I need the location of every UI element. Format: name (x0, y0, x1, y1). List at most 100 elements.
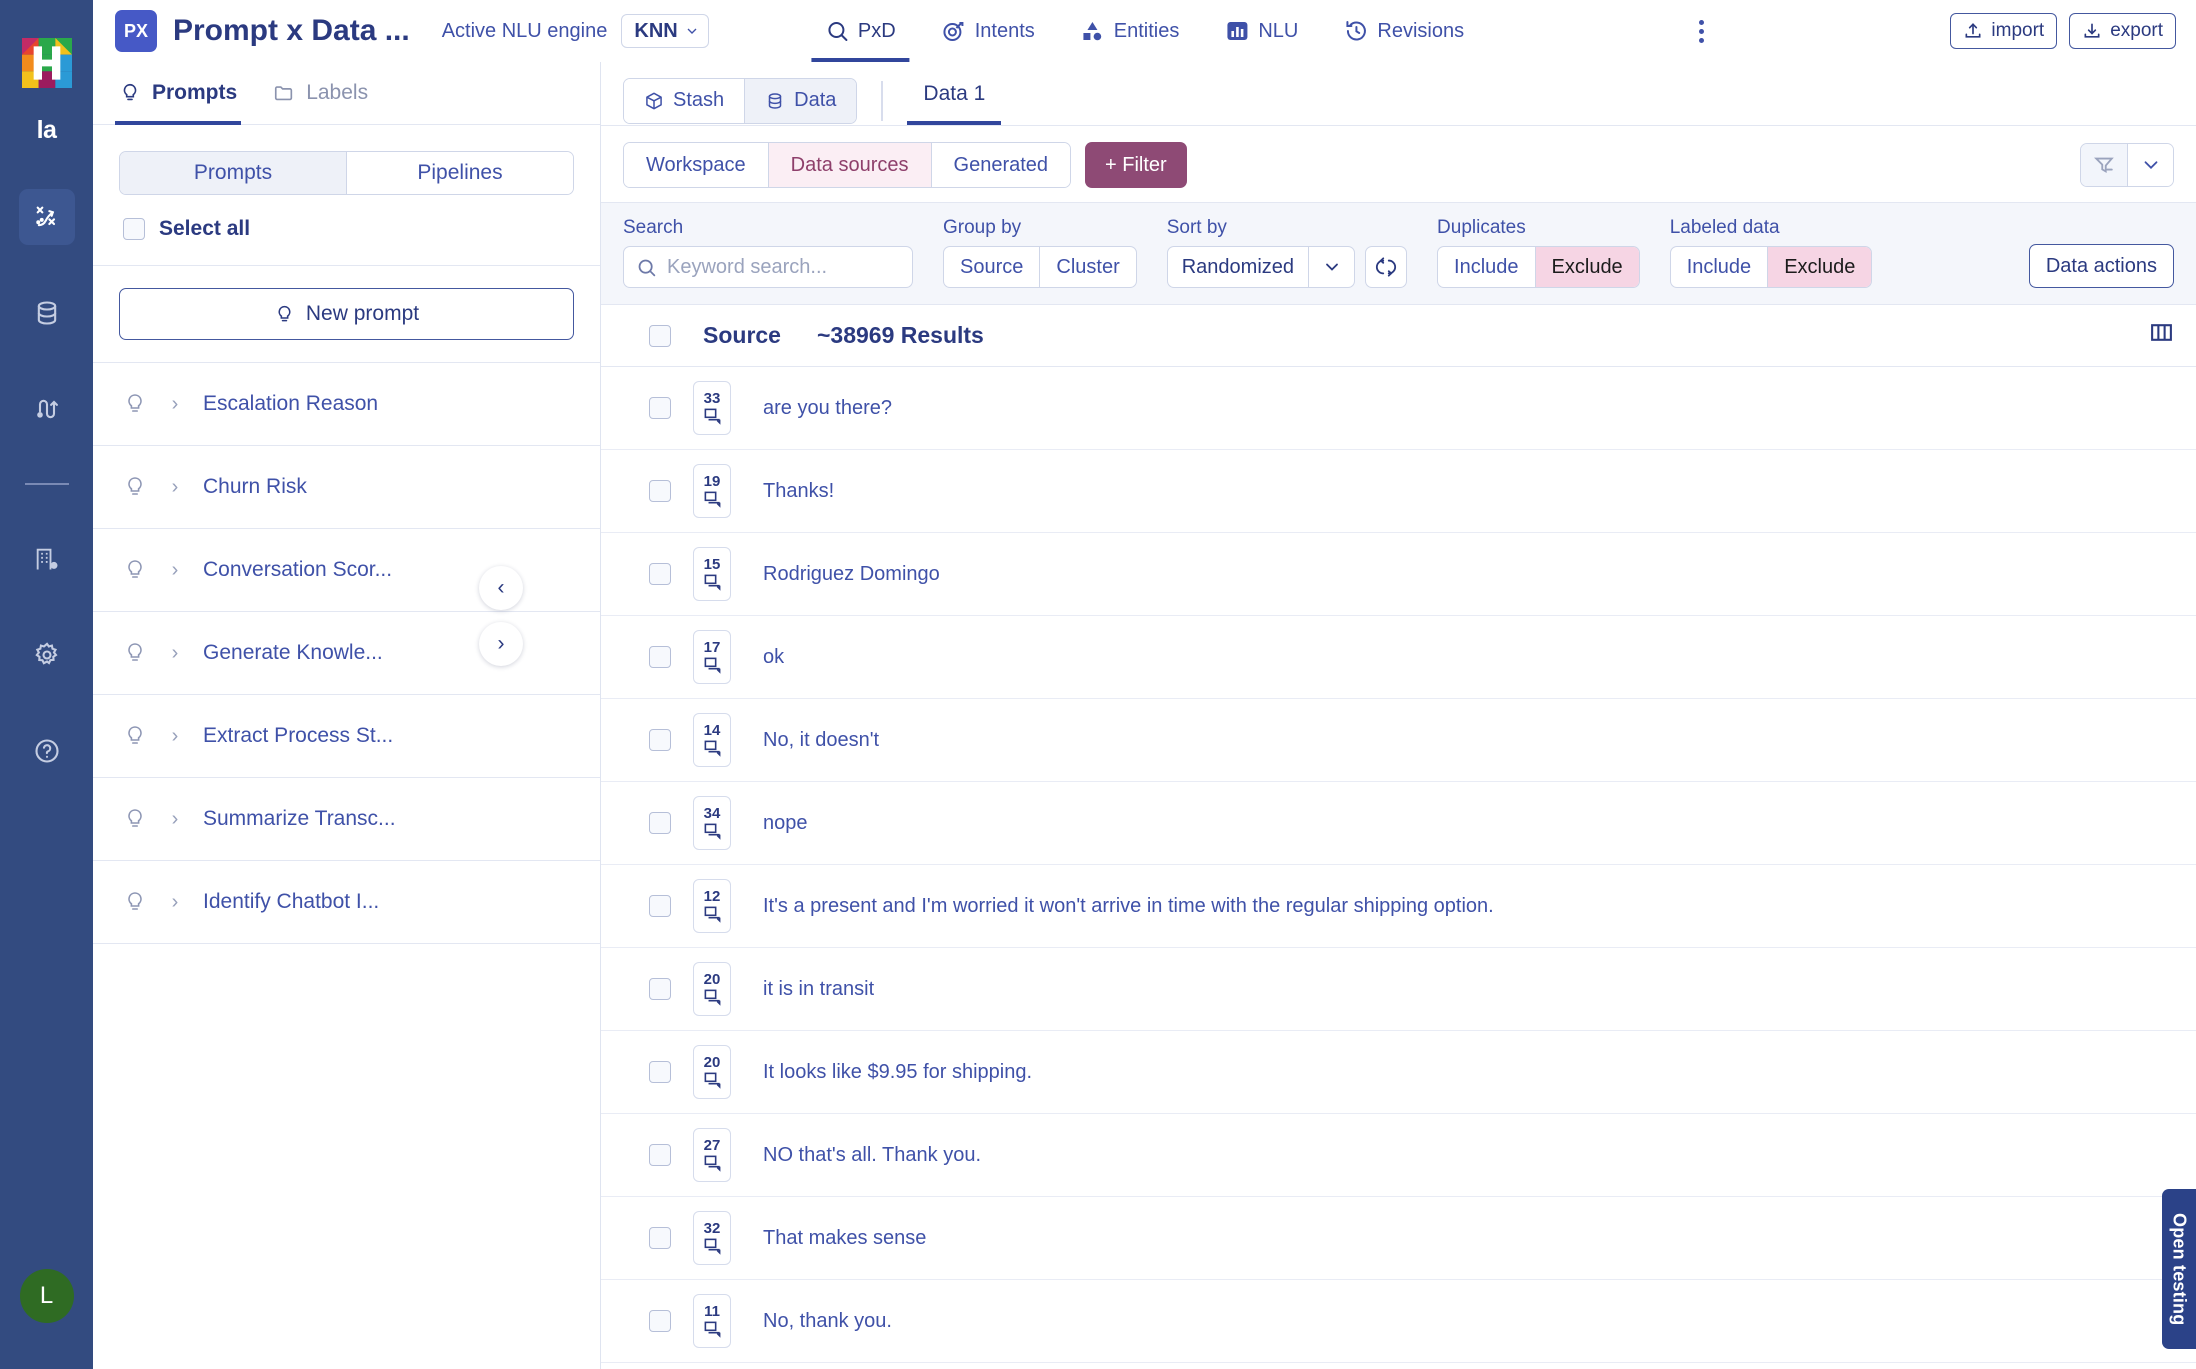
nav-item-revisions[interactable]: Revisions (1340, 0, 1468, 62)
filter-toolbar (2080, 143, 2174, 187)
list-item[interactable]: › Identify Chatbot I... (93, 861, 600, 944)
table-row[interactable]: 19 Thanks! (601, 450, 2196, 533)
top-navigation: PxD Intents Entities NLU Revisions (810, 0, 1468, 62)
select-all-row[interactable]: Select all (93, 195, 600, 266)
sidebar-collapse-button[interactable]: ‹ (479, 566, 523, 610)
filter-settings-button[interactable] (2081, 144, 2127, 186)
table-row[interactable]: 11 No, thank you. (601, 1280, 2196, 1363)
sidebar-expand-button[interactable]: › (479, 622, 523, 666)
row-text: That makes sense (763, 1226, 927, 1249)
table-row[interactable]: 12 It's a present and I'm worried it won… (601, 865, 2196, 948)
new-prompt-button[interactable]: New prompt (119, 288, 574, 340)
group-by-cluster[interactable]: Cluster (1039, 247, 1135, 287)
nav-item-entities[interactable]: Entities (1077, 0, 1184, 62)
table-row[interactable]: 33 are you there? (601, 367, 2196, 450)
import-icon (1965, 23, 1981, 38)
expand-chevron-icon[interactable]: › (147, 725, 203, 748)
row-checkbox[interactable] (649, 729, 671, 751)
nav-item-pxd[interactable]: PxD (810, 0, 910, 62)
row-checkbox[interactable] (649, 480, 671, 502)
expand-chevron-icon[interactable]: › (147, 808, 203, 831)
tab-prompts[interactable]: Prompts (114, 62, 242, 125)
segment-data[interactable]: Data (744, 78, 857, 123)
row-checkbox[interactable] (649, 1144, 671, 1166)
table-row[interactable]: 34 nope (601, 782, 2196, 865)
sort-by-select[interactable]: Randomized (1166, 246, 1356, 288)
sort-by-group: Sort by Randomized (1166, 217, 1408, 288)
search-input[interactable] (667, 255, 900, 279)
segment-pipelines[interactable]: Pipelines (346, 152, 573, 194)
filter-expand-button[interactable] (2127, 144, 2173, 186)
row-checkbox[interactable] (649, 812, 671, 834)
bulb-icon (128, 726, 142, 744)
segment-workspace[interactable]: Workspace (624, 143, 768, 187)
open-testing-tab[interactable]: Open testing (2162, 1189, 2196, 1349)
segment-stash[interactable]: Stash (624, 78, 745, 123)
duplicates-exclude[interactable]: Exclude (1534, 247, 1639, 287)
segment-prompts[interactable]: Prompts (120, 152, 346, 194)
add-filter-button[interactable]: + Filter (1085, 142, 1187, 188)
sort-by-chevron[interactable] (1308, 247, 1354, 287)
segment-generated[interactable]: Generated (930, 143, 1071, 187)
labeled-data-label: Labeled data (1669, 217, 1780, 238)
row-checkbox[interactable] (649, 978, 671, 1000)
more-options-button[interactable] (1684, 14, 1718, 48)
list-item[interactable]: › Churn Risk (93, 446, 600, 529)
segment-data-sources[interactable]: Data sources (767, 143, 931, 187)
table-row[interactable]: 27 NO that's all. Thank you. (601, 1114, 2196, 1197)
conversation-icon (704, 906, 720, 923)
row-checkbox[interactable] (649, 1310, 671, 1332)
data-actions-button[interactable]: Data actions (2028, 244, 2174, 288)
expand-chevron-icon[interactable]: › (147, 393, 203, 416)
avatar[interactable]: L (19, 1269, 74, 1323)
row-checkbox[interactable] (649, 895, 671, 917)
row-checkbox[interactable] (649, 1061, 671, 1083)
rail-item-organization[interactable] (19, 531, 75, 587)
column-settings-button[interactable] (2149, 320, 2174, 351)
row-checkbox[interactable] (649, 1227, 671, 1249)
table-row[interactable]: 15 Rodriguez Domingo (601, 533, 2196, 616)
import-button[interactable]: import (1950, 13, 2058, 49)
rail-item-database[interactable] (19, 285, 75, 341)
labeled-data-exclude[interactable]: Exclude (1767, 247, 1872, 287)
select-all-rows-checkbox[interactable] (649, 324, 671, 347)
select-all-checkbox[interactable] (123, 218, 145, 240)
table-row[interactable]: 32 That makes sense (601, 1197, 2196, 1280)
reshuffle-button[interactable] (1365, 246, 1408, 288)
list-item[interactable]: › Escalation Reason (93, 363, 600, 446)
tab-data-1[interactable]: Data 1 (907, 62, 1002, 125)
row-checkbox[interactable] (649, 646, 671, 668)
sort-by-box: Randomized (1166, 246, 1408, 288)
brand-logo[interactable] (21, 38, 72, 88)
labeled-data-include[interactable]: Include (1671, 247, 1768, 287)
nav-item-intents[interactable]: Intents (938, 0, 1039, 62)
search-box[interactable] (623, 246, 913, 288)
expand-chevron-icon[interactable]: › (147, 559, 203, 582)
list-item[interactable]: › Generate Knowle... (93, 612, 600, 695)
list-item[interactable]: › Extract Process St... (93, 695, 600, 778)
tab-labels[interactable]: Labels (273, 62, 368, 124)
export-button[interactable]: export (2069, 13, 2176, 49)
table-row[interactable]: 17 ok (601, 616, 2196, 699)
row-checkbox[interactable] (649, 397, 671, 419)
nlu-engine-select[interactable]: KNN (621, 14, 709, 48)
rail-item-settings[interactable] (19, 627, 75, 683)
prompt-name: Churn Risk (203, 475, 307, 498)
list-item[interactable]: › Summarize Transc... (93, 778, 600, 861)
expand-chevron-icon[interactable]: › (147, 642, 203, 665)
export-label: export (2110, 20, 2163, 41)
bar-chart-icon (1227, 22, 1248, 40)
nav-item-nlu[interactable]: NLU (1221, 0, 1302, 62)
table-row[interactable]: 20 it is in transit (601, 948, 2196, 1031)
group-by-source[interactable]: Source (944, 247, 1039, 287)
expand-chevron-icon[interactable]: › (147, 891, 203, 914)
row-checkbox[interactable] (649, 563, 671, 585)
rail-item-strategy[interactable] (18, 189, 75, 245)
duplicates-include[interactable]: Include (1438, 247, 1535, 287)
expand-chevron-icon[interactable]: › (147, 476, 203, 499)
list-item[interactable]: › Conversation Scor... (93, 529, 600, 612)
rail-item-help[interactable] (19, 723, 75, 779)
rail-item-flows[interactable] (19, 381, 75, 437)
table-row[interactable]: 14 No, it doesn't (601, 699, 2196, 782)
table-row[interactable]: 20 It looks like $9.95 for shipping. (601, 1031, 2196, 1114)
